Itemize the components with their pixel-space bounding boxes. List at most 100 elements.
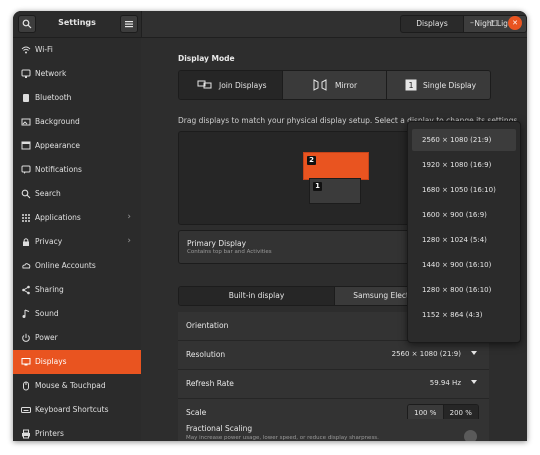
sidebar-item-label: Applications	[35, 213, 81, 222]
sidebar-item-bluetooth[interactable]: Bluetooth	[13, 86, 141, 110]
resolution-row[interactable]: Resolution 2560 × 1080 (21:9)	[178, 341, 489, 370]
sidebar-item-search[interactable]: Search	[13, 182, 141, 206]
orientation-label: Orientation	[186, 321, 229, 330]
fractional-scaling-row: Fractional Scaling May increase power us…	[178, 419, 489, 441]
refresh-rate-value: 59.94 Hz	[429, 379, 461, 387]
primary-display-row[interactable]: Primary Display Contains top bar and Act…	[178, 230, 412, 264]
sidebar-item-applications[interactable]: Applications ›	[13, 206, 141, 230]
sidebar-item-network[interactable]: Network	[13, 62, 141, 86]
resolution-option[interactable]: 1440 × 900 (16:10)	[412, 254, 516, 276]
sidebar-item-label: Printers	[35, 429, 64, 438]
refresh-rate-label: Refresh Rate	[186, 379, 234, 388]
join-displays-icon	[197, 80, 212, 89]
close-button[interactable]: ✕	[508, 16, 522, 30]
single-display-label: Single Display	[423, 81, 477, 90]
fractional-scaling-subtitle: May increase power usage, lower speed, o…	[186, 435, 379, 441]
sidebar-item-label: Bluetooth	[35, 93, 72, 102]
hamburger-menu-icon	[125, 21, 133, 28]
sidebar-item-power[interactable]: Power	[13, 326, 141, 350]
mouse-icon	[23, 381, 29, 391]
refresh-rate-row[interactable]: Refresh Rate 59.94 Hz	[178, 370, 489, 399]
resolution-option[interactable]: 2560 × 1080 (21:9)	[412, 129, 516, 151]
single-display-icon: 1	[405, 79, 417, 91]
printer-icon	[22, 429, 30, 439]
chevron-right-icon: ›	[127, 236, 131, 246]
tab-built-in-display[interactable]: Built-in display	[179, 287, 335, 305]
display-mode-selector: Join Displays Mirror 1 Single Display	[178, 70, 491, 100]
bluetooth-icon	[23, 94, 29, 102]
sidebar-item-label: Online Accounts	[35, 261, 96, 270]
sidebar-item-label: Displays	[35, 357, 67, 366]
primary-display-title: Primary Display	[187, 239, 247, 248]
display-mode-heading: Display Mode	[178, 54, 235, 63]
sidebar-item-privacy[interactable]: Privacy ›	[13, 230, 141, 254]
join-displays-button[interactable]: Join Displays	[179, 71, 282, 99]
sidebar-item-background[interactable]: Background	[13, 110, 141, 134]
resolution-label: Resolution	[186, 350, 226, 359]
menu-button[interactable]	[120, 15, 138, 33]
search-icon	[22, 19, 32, 29]
chevron-right-icon: ›	[127, 212, 131, 222]
search-icon	[21, 189, 31, 199]
resolution-option[interactable]: 1600 × 900 (16:9)	[412, 204, 516, 226]
sidebar-item-displays[interactable]: Displays	[13, 350, 141, 374]
sidebar-item-label: Power	[35, 333, 58, 342]
resolution-option[interactable]: 1280 × 800 (16:10)	[412, 279, 516, 301]
headerbar-left: Settings	[13, 11, 141, 38]
sidebar-item-keyboard-shortcuts[interactable]: Keyboard Shortcuts	[13, 398, 141, 422]
svg-text:1: 1	[408, 81, 413, 90]
sidebar-item-label: Background	[35, 117, 80, 126]
primary-display-subtitle: Contains top bar and Activities	[187, 249, 272, 255]
sidebar-item-label: Notifications	[35, 165, 82, 174]
sidebar-item-label: Network	[35, 69, 67, 78]
join-displays-label: Join Displays	[219, 81, 267, 90]
resolution-option[interactable]: 1280 × 1024 (5:4)	[412, 229, 516, 251]
displays-icon	[21, 358, 31, 366]
resolution-option[interactable]: 1152 × 864 (4:3)	[412, 304, 516, 326]
display-arrangement-area[interactable]: 2 1	[178, 131, 412, 225]
sidebar-item-label: Sound	[35, 309, 59, 318]
monitor-1[interactable]: 1	[309, 178, 361, 204]
appearance-icon	[21, 141, 31, 150]
wifi-icon	[21, 46, 31, 54]
search-button[interactable]	[18, 15, 36, 33]
single-display-button[interactable]: 1 Single Display	[386, 71, 490, 99]
applications-icon	[22, 214, 30, 222]
resolution-option[interactable]: 1920 × 1080 (16:9)	[412, 154, 516, 176]
network-icon	[21, 69, 31, 78]
chevron-down-icon	[471, 351, 477, 355]
sidebar-item-label: Mouse & Touchpad	[35, 381, 106, 390]
fractional-scaling-title: Fractional Scaling	[186, 424, 253, 433]
mirror-button[interactable]: Mirror	[282, 71, 386, 99]
online-accounts-icon	[22, 263, 31, 269]
sidebar-item-mouse-touchpad[interactable]: Mouse & Touchpad	[13, 374, 141, 398]
resolution-option[interactable]: 1680 × 1050 (16:10)	[412, 179, 516, 201]
power-icon	[22, 333, 30, 342]
keyboard-icon	[21, 407, 31, 413]
monitor-1-number: 1	[313, 182, 322, 191]
background-icon	[21, 118, 31, 126]
mirror-label: Mirror	[335, 81, 358, 90]
sidebar-item-wifi[interactable]: Wi-Fi	[13, 38, 141, 62]
tab-displays[interactable]: Displays	[401, 16, 463, 32]
sidebar-item-notifications[interactable]: Notifications	[13, 158, 141, 182]
sidebar-item-label: Search	[35, 189, 61, 198]
sidebar-item-sound[interactable]: Sound	[13, 302, 141, 326]
sidebar-item-label: Wi-Fi	[35, 45, 53, 54]
monitor-2-number: 2	[307, 156, 316, 165]
sidebar: Wi-Fi Network Bluetooth Background Appea…	[13, 38, 141, 441]
sidebar-item-appearance[interactable]: Appearance	[13, 134, 141, 158]
minimize-button[interactable]: –	[465, 16, 479, 30]
chevron-down-icon	[471, 380, 477, 384]
sidebar-item-online-accounts[interactable]: Online Accounts	[13, 254, 141, 278]
maximize-button[interactable]: □	[487, 16, 501, 30]
privacy-icon	[23, 238, 29, 246]
resolution-popover: 2560 × 1080 (21:9) 1920 × 1080 (16:9) 16…	[407, 121, 521, 343]
sidebar-item-label: Privacy	[35, 237, 63, 246]
sound-icon	[22, 309, 30, 318]
sidebar-item-printers[interactable]: Printers	[13, 422, 141, 441]
fractional-scaling-toggle[interactable]	[464, 430, 477, 441]
sidebar-item-sharing[interactable]: Sharing	[13, 278, 141, 302]
headerbar-right: Displays Night Light – □ ✕	[141, 11, 527, 38]
monitor-2[interactable]: 2	[303, 152, 369, 180]
